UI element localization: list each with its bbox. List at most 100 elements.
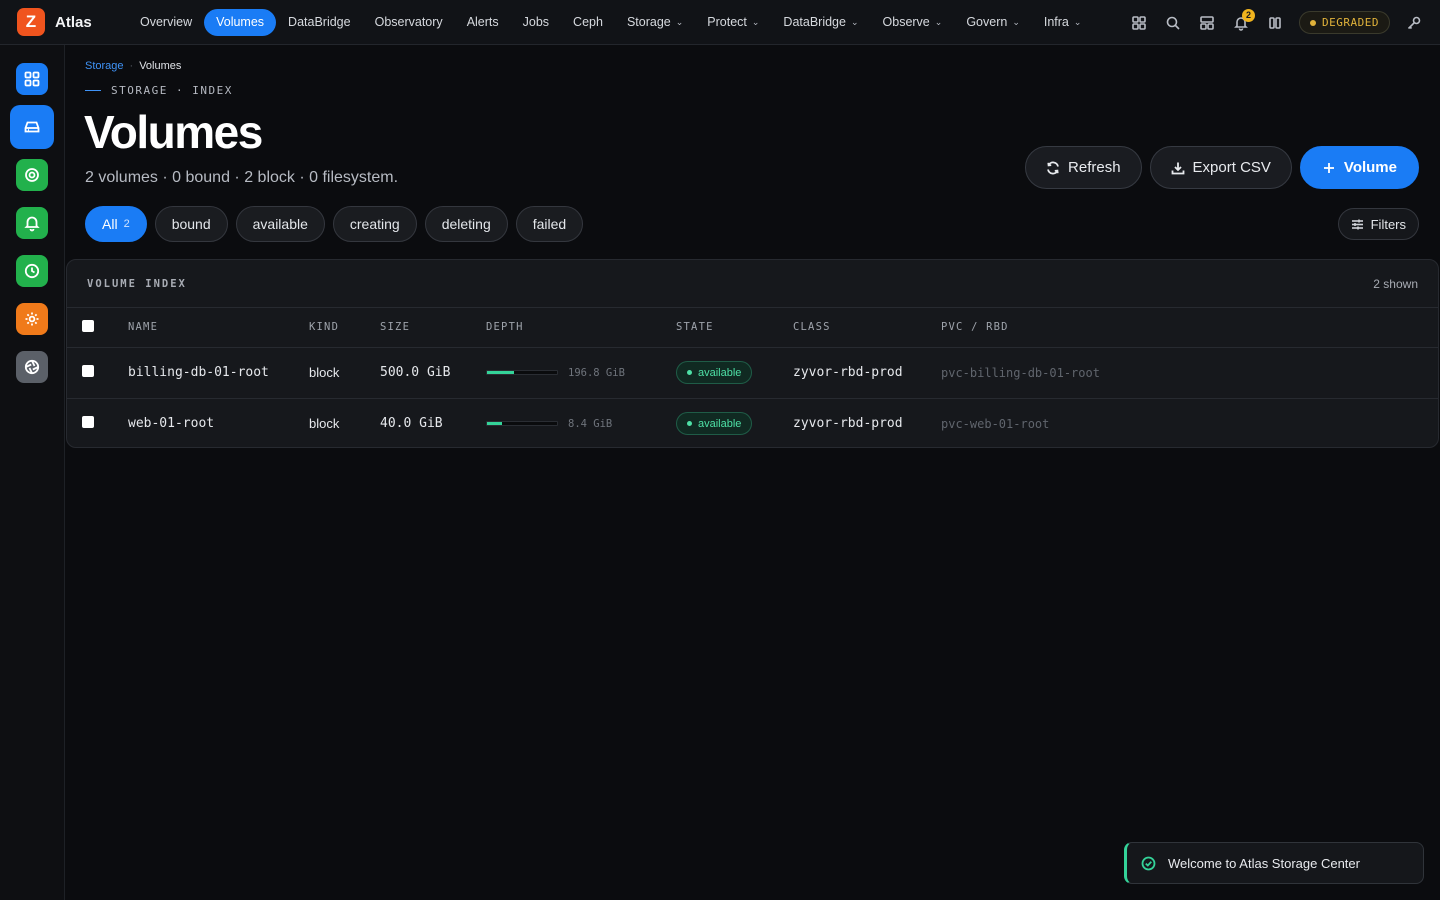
drive-icon	[24, 121, 40, 133]
nav-storage-menu[interactable]: Storage ⌄	[615, 9, 695, 36]
card-title: VOLUME INDEX	[87, 277, 187, 290]
chip-creating[interactable]: creating	[332, 206, 417, 242]
chip-label: creating	[349, 216, 400, 232]
depth-meter: 8.4 GiB	[486, 418, 676, 430]
refresh-icon	[1047, 161, 1059, 174]
nav-label: Volumes	[216, 15, 265, 29]
section-eyebrow: STORAGE · INDEX	[85, 84, 233, 97]
plus-icon	[1323, 162, 1334, 173]
chevron-down-icon: ⌄	[1012, 16, 1020, 27]
pvc-name: pvc-web-01-root	[941, 416, 1050, 431]
nav-observe-menu[interactable]: Observe ⌄	[871, 9, 955, 36]
filters-button[interactable]: Filters	[1337, 208, 1419, 240]
nav-databridge[interactable]: DataBridge	[276, 9, 363, 36]
sidebar-item-alerts[interactable]	[16, 207, 48, 239]
chevron-down-icon: ⌄	[675, 16, 684, 27]
row-checkbox[interactable]	[82, 416, 94, 429]
sidebar-item-volumes[interactable]	[10, 105, 54, 149]
sidebar-item-ceph[interactable]	[16, 351, 48, 383]
column-header-size[interactable]: SIZE	[380, 308, 486, 348]
nav-jobs[interactable]: Jobs	[511, 9, 561, 36]
bell-icon	[24, 216, 40, 232]
aperture-icon	[24, 359, 40, 375]
column-header-depth[interactable]: DEPTH	[486, 308, 676, 348]
gear-icon	[25, 312, 39, 326]
nav-databridge-menu[interactable]: DataBridge ⌄	[771, 9, 870, 36]
shown-count: 2 shown	[1373, 276, 1418, 291]
sidebar-item-protect[interactable]	[16, 159, 48, 191]
pvc-name: pvc-billing-db-01-root	[941, 347, 1438, 399]
chevron-down-icon: ⌄	[850, 16, 859, 27]
add-volume-button[interactable]: Volume	[1299, 146, 1419, 189]
export-csv-button[interactable]: Export CSV	[1149, 146, 1292, 189]
app-name: Atlas	[55, 13, 92, 31]
nav-label: Alerts	[466, 15, 499, 29]
nav-label: Overview	[140, 15, 193, 29]
nav-infra-menu[interactable]: Infra ⌄	[1032, 9, 1094, 36]
column-header-name[interactable]: NAME	[128, 308, 309, 348]
download-icon	[1171, 162, 1184, 174]
table-row[interactable]: web-01-root block 40.0 GiB 8.4 GiB avail…	[67, 398, 1438, 447]
sidebar-item-jobs[interactable]	[16, 255, 48, 287]
select-all-checkbox[interactable]	[82, 319, 94, 332]
column-header-state[interactable]: STATE	[676, 308, 793, 348]
chip-all[interactable]: All 2	[85, 206, 147, 242]
sidebar-item-settings[interactable]	[16, 303, 48, 335]
nav-label: Govern	[966, 15, 1008, 29]
columns-icon[interactable]	[1265, 13, 1285, 33]
nav-govern-menu[interactable]: Govern ⌄	[954, 9, 1032, 36]
chip-label: All	[102, 216, 118, 232]
volume-name[interactable]: web-01-root	[128, 398, 309, 447]
bell-icon[interactable]: 2	[1231, 8, 1256, 33]
column-header-kind[interactable]: KIND	[309, 308, 380, 348]
depth-meter: 196.8 GiB	[486, 367, 676, 379]
key-icon[interactable]	[1404, 13, 1424, 33]
nav-alerts[interactable]: Alerts	[455, 9, 511, 36]
table-row[interactable]: billing-db-01-root block 500.0 GiB 196.8…	[67, 347, 1438, 399]
nav-label: Ceph	[573, 15, 603, 29]
nav-observatory[interactable]: Observatory	[363, 9, 455, 36]
volume-name[interactable]: billing-db-01-root	[128, 347, 309, 399]
notification-count: 2	[1242, 8, 1256, 22]
eyebrow-text: STORAGE · INDEX	[111, 84, 233, 97]
column-header-pvc[interactable]: PVC / RBD	[941, 308, 1438, 348]
row-checkbox[interactable]	[82, 365, 94, 377]
target-icon	[25, 168, 39, 182]
welcome-toast[interactable]: Welcome to Atlas Storage Center	[1124, 842, 1424, 884]
column-header-class[interactable]: CLASS	[793, 308, 941, 348]
state-label: available	[698, 417, 742, 430]
check-circle-icon	[1141, 856, 1156, 870]
chip-label: deleting	[441, 216, 491, 232]
breadcrumb-separator: ·	[129, 60, 134, 72]
eyebrow-rule	[85, 90, 101, 91]
state-label: available	[698, 366, 742, 379]
nav-label: DataBridge	[783, 15, 846, 29]
chip-bound[interactable]: bound	[154, 206, 228, 242]
layout-icon[interactable]	[1197, 13, 1217, 33]
chip-deleting[interactable]: deleting	[424, 206, 508, 242]
chip-label: bound	[171, 216, 211, 232]
depth-bar-fill	[487, 422, 502, 426]
nav-label: Jobs	[522, 15, 550, 29]
refresh-button[interactable]: Refresh	[1025, 146, 1142, 189]
nav-overview[interactable]: Overview	[128, 9, 204, 36]
chip-failed[interactable]: failed	[515, 206, 584, 242]
refresh-label: Refresh	[1068, 159, 1121, 176]
brand[interactable]: Z Atlas	[0, 8, 122, 36]
status-dot	[1310, 19, 1317, 26]
main-content: Storage · Volumes STORAGE · INDEX Volume…	[65, 45, 1440, 900]
grid-icon[interactable]	[1129, 13, 1149, 33]
nav-label: Infra	[1043, 15, 1069, 29]
breadcrumb-storage-link[interactable]: Storage	[85, 60, 124, 72]
state-badge: available	[676, 361, 753, 384]
status-badge[interactable]: DEGRADED	[1299, 11, 1390, 34]
chip-available[interactable]: available	[235, 206, 325, 242]
search-icon[interactable]	[1163, 13, 1183, 33]
nav-volumes[interactable]: Volumes	[204, 8, 277, 36]
chip-label: available	[252, 216, 308, 232]
volume-size: 500.0 GiB	[380, 347, 486, 399]
nav-ceph[interactable]: Ceph	[561, 9, 615, 36]
sidebar-item-dashboard[interactable]	[16, 63, 48, 95]
nav-label: DataBridge	[288, 15, 351, 29]
nav-protect-menu[interactable]: Protect ⌄	[695, 9, 771, 36]
